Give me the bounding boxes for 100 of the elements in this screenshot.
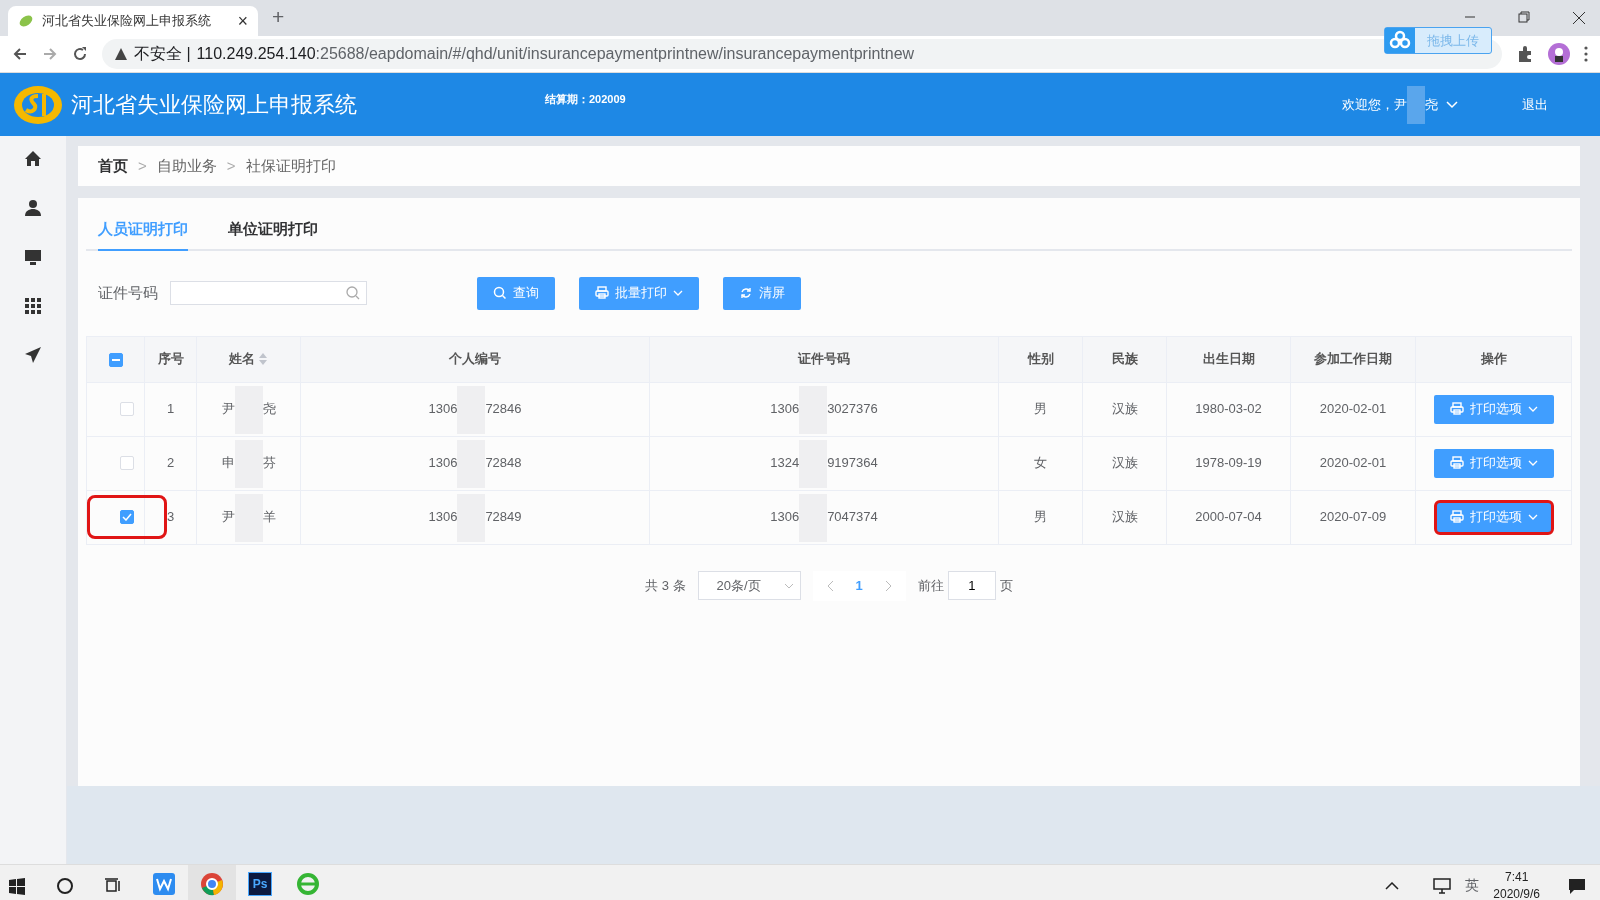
chrome-icon <box>200 872 224 896</box>
breadcrumb-link[interactable]: 自助业务 <box>156 154 217 178</box>
table-cell: 汉族 <box>1111 401 1138 417</box>
search-field[interactable] <box>170 281 367 305</box>
chevron-down-icon <box>1446 100 1458 109</box>
column-header: 参加工作日期 <box>1314 350 1392 369</box>
table-cell: 9197364 <box>827 455 878 471</box>
app-title: 河北省失业保险网上申报系统 <box>71 91 357 119</box>
table-cell: 2020-02-01 <box>1319 455 1387 471</box>
page-size-select[interactable]: 20条/页 <box>697 571 801 600</box>
more-icon[interactable] <box>1584 46 1588 62</box>
table-cell: 1306 <box>428 455 458 471</box>
caret-icon <box>1527 514 1538 520</box>
print-options-button[interactable]: 打印选项 <box>1433 499 1554 535</box>
table-cell: 1306 <box>428 401 458 417</box>
input-method-indicator[interactable]: 英 <box>1465 875 1480 896</box>
search-icon[interactable] <box>56 876 74 895</box>
column-header: 出生日期 <box>1202 350 1255 369</box>
ie-icon <box>296 872 320 896</box>
page-suffix: 页 <box>999 576 1013 595</box>
table-cell: 1306 <box>428 509 458 525</box>
column-header: 个人编号 <box>449 350 501 369</box>
breadcrumb-link[interactable]: 首页 <box>98 154 128 178</box>
wps-icon <box>152 872 176 896</box>
extensions-icon[interactable] <box>1516 45 1534 63</box>
page-input[interactable]: 1 <box>947 571 996 600</box>
photoshop-taskbar-button[interactable]: Ps <box>236 864 284 900</box>
logo-icon <box>12 83 64 126</box>
period-label: 结算期：202009 <box>545 92 626 108</box>
chevron-up-icon[interactable] <box>1385 881 1400 890</box>
caret-icon <box>1527 460 1538 466</box>
column-header: 性别 <box>1027 350 1054 369</box>
printer-icon <box>1449 402 1464 416</box>
print-options-button[interactable]: 打印选项 <box>1433 394 1554 424</box>
avatar-icon[interactable] <box>1548 43 1570 65</box>
close-icon[interactable] <box>1572 11 1586 25</box>
home-icon[interactable] <box>24 150 42 168</box>
table-cell: 芬 <box>262 455 276 471</box>
check-icon <box>122 513 132 521</box>
taskbar-clock[interactable]: 7:41 2020/9/6 <box>1493 869 1540 900</box>
table-cell: 2 <box>166 455 175 471</box>
security-label: 不安全 | <box>134 44 191 64</box>
reload-icon[interactable] <box>72 46 88 62</box>
notification-icon[interactable] <box>1568 876 1586 895</box>
refresh-icon <box>739 286 753 300</box>
column-header: 操作 <box>1480 350 1507 369</box>
warning-icon <box>114 47 128 61</box>
tab[interactable]: 人员证明打印 <box>98 210 188 251</box>
search-icon <box>493 286 507 300</box>
user-menu[interactable]: 欢迎您，尹 尧 <box>1342 85 1458 124</box>
caret-icon <box>1527 406 1538 412</box>
page-number[interactable]: 1 <box>855 575 863 596</box>
new-tab-button[interactable]: + <box>272 1 285 33</box>
refresh-button[interactable]: 清屏 <box>723 276 801 310</box>
browser-taskbar-button[interactable] <box>188 864 236 900</box>
tab-title: 河北省失业保险网上申报系统 <box>42 12 212 31</box>
task-view-icon[interactable] <box>104 876 122 895</box>
table-cell: 1978-09-19 <box>1195 455 1262 471</box>
printer-icon <box>595 286 609 300</box>
search-button[interactable]: 查询 <box>477 276 555 310</box>
send-icon[interactable] <box>24 346 42 364</box>
windows-icon[interactable] <box>8 876 26 895</box>
grid-icon[interactable] <box>24 297 42 315</box>
row-checkbox[interactable] <box>120 510 134 524</box>
breadcrumb-separator: > <box>226 155 236 176</box>
breadcrumb-separator: > <box>138 155 147 176</box>
restore-icon[interactable] <box>1518 11 1530 23</box>
tab[interactable]: 单位证明打印 <box>228 210 318 251</box>
table-cell: 2020-07-09 <box>1319 509 1387 525</box>
table-cell: 羊 <box>262 509 276 525</box>
printer-icon <box>1449 510 1464 524</box>
url-text: 110.249.254.140:25688/eapdomain/#/qhd/unit/insurancepaymentprintnew/insurancepaymentprintnew <box>196 44 915 64</box>
table-cell: 男 <box>1034 509 1047 525</box>
goto-label: 前往 <box>917 576 944 595</box>
table-cell: 72846 <box>485 401 522 417</box>
table-cell: 女 <box>1034 455 1047 471</box>
logout-link[interactable]: 退出 <box>1522 94 1548 115</box>
table-cell: 汉族 <box>1111 455 1138 471</box>
table-cell: 1306 <box>770 401 800 417</box>
table-cell: 1324 <box>770 455 800 471</box>
total-count: 共 3 条 <box>645 576 686 595</box>
browser-tab[interactable]: 河北省失业保险网上申报系统 × <box>8 6 258 36</box>
table-cell: 尹 <box>221 509 235 525</box>
monitor-icon[interactable] <box>24 248 42 266</box>
user-icon[interactable] <box>24 199 42 217</box>
table-cell: 72849 <box>485 509 522 525</box>
table-cell: 尹 <box>221 401 235 417</box>
print-button[interactable]: 批量打印 <box>579 276 699 310</box>
column-header: 民族 <box>1111 350 1138 369</box>
print-options-button[interactable]: 打印选项 <box>1433 448 1554 478</box>
table-cell: 7047374 <box>827 509 878 525</box>
column-header[interactable]: 姓名 <box>228 349 269 369</box>
table-cell: 2020-02-01 <box>1319 401 1387 417</box>
printer-icon <box>1449 456 1464 470</box>
caret-icon <box>783 582 794 589</box>
tab-close-button[interactable]: × <box>237 7 248 35</box>
back-icon[interactable] <box>12 46 28 62</box>
select-all-checkbox[interactable] <box>108 352 123 367</box>
breadcrumb-link[interactable]: 社保证明打印 <box>245 154 336 178</box>
column-header: 序号 <box>157 350 184 369</box>
